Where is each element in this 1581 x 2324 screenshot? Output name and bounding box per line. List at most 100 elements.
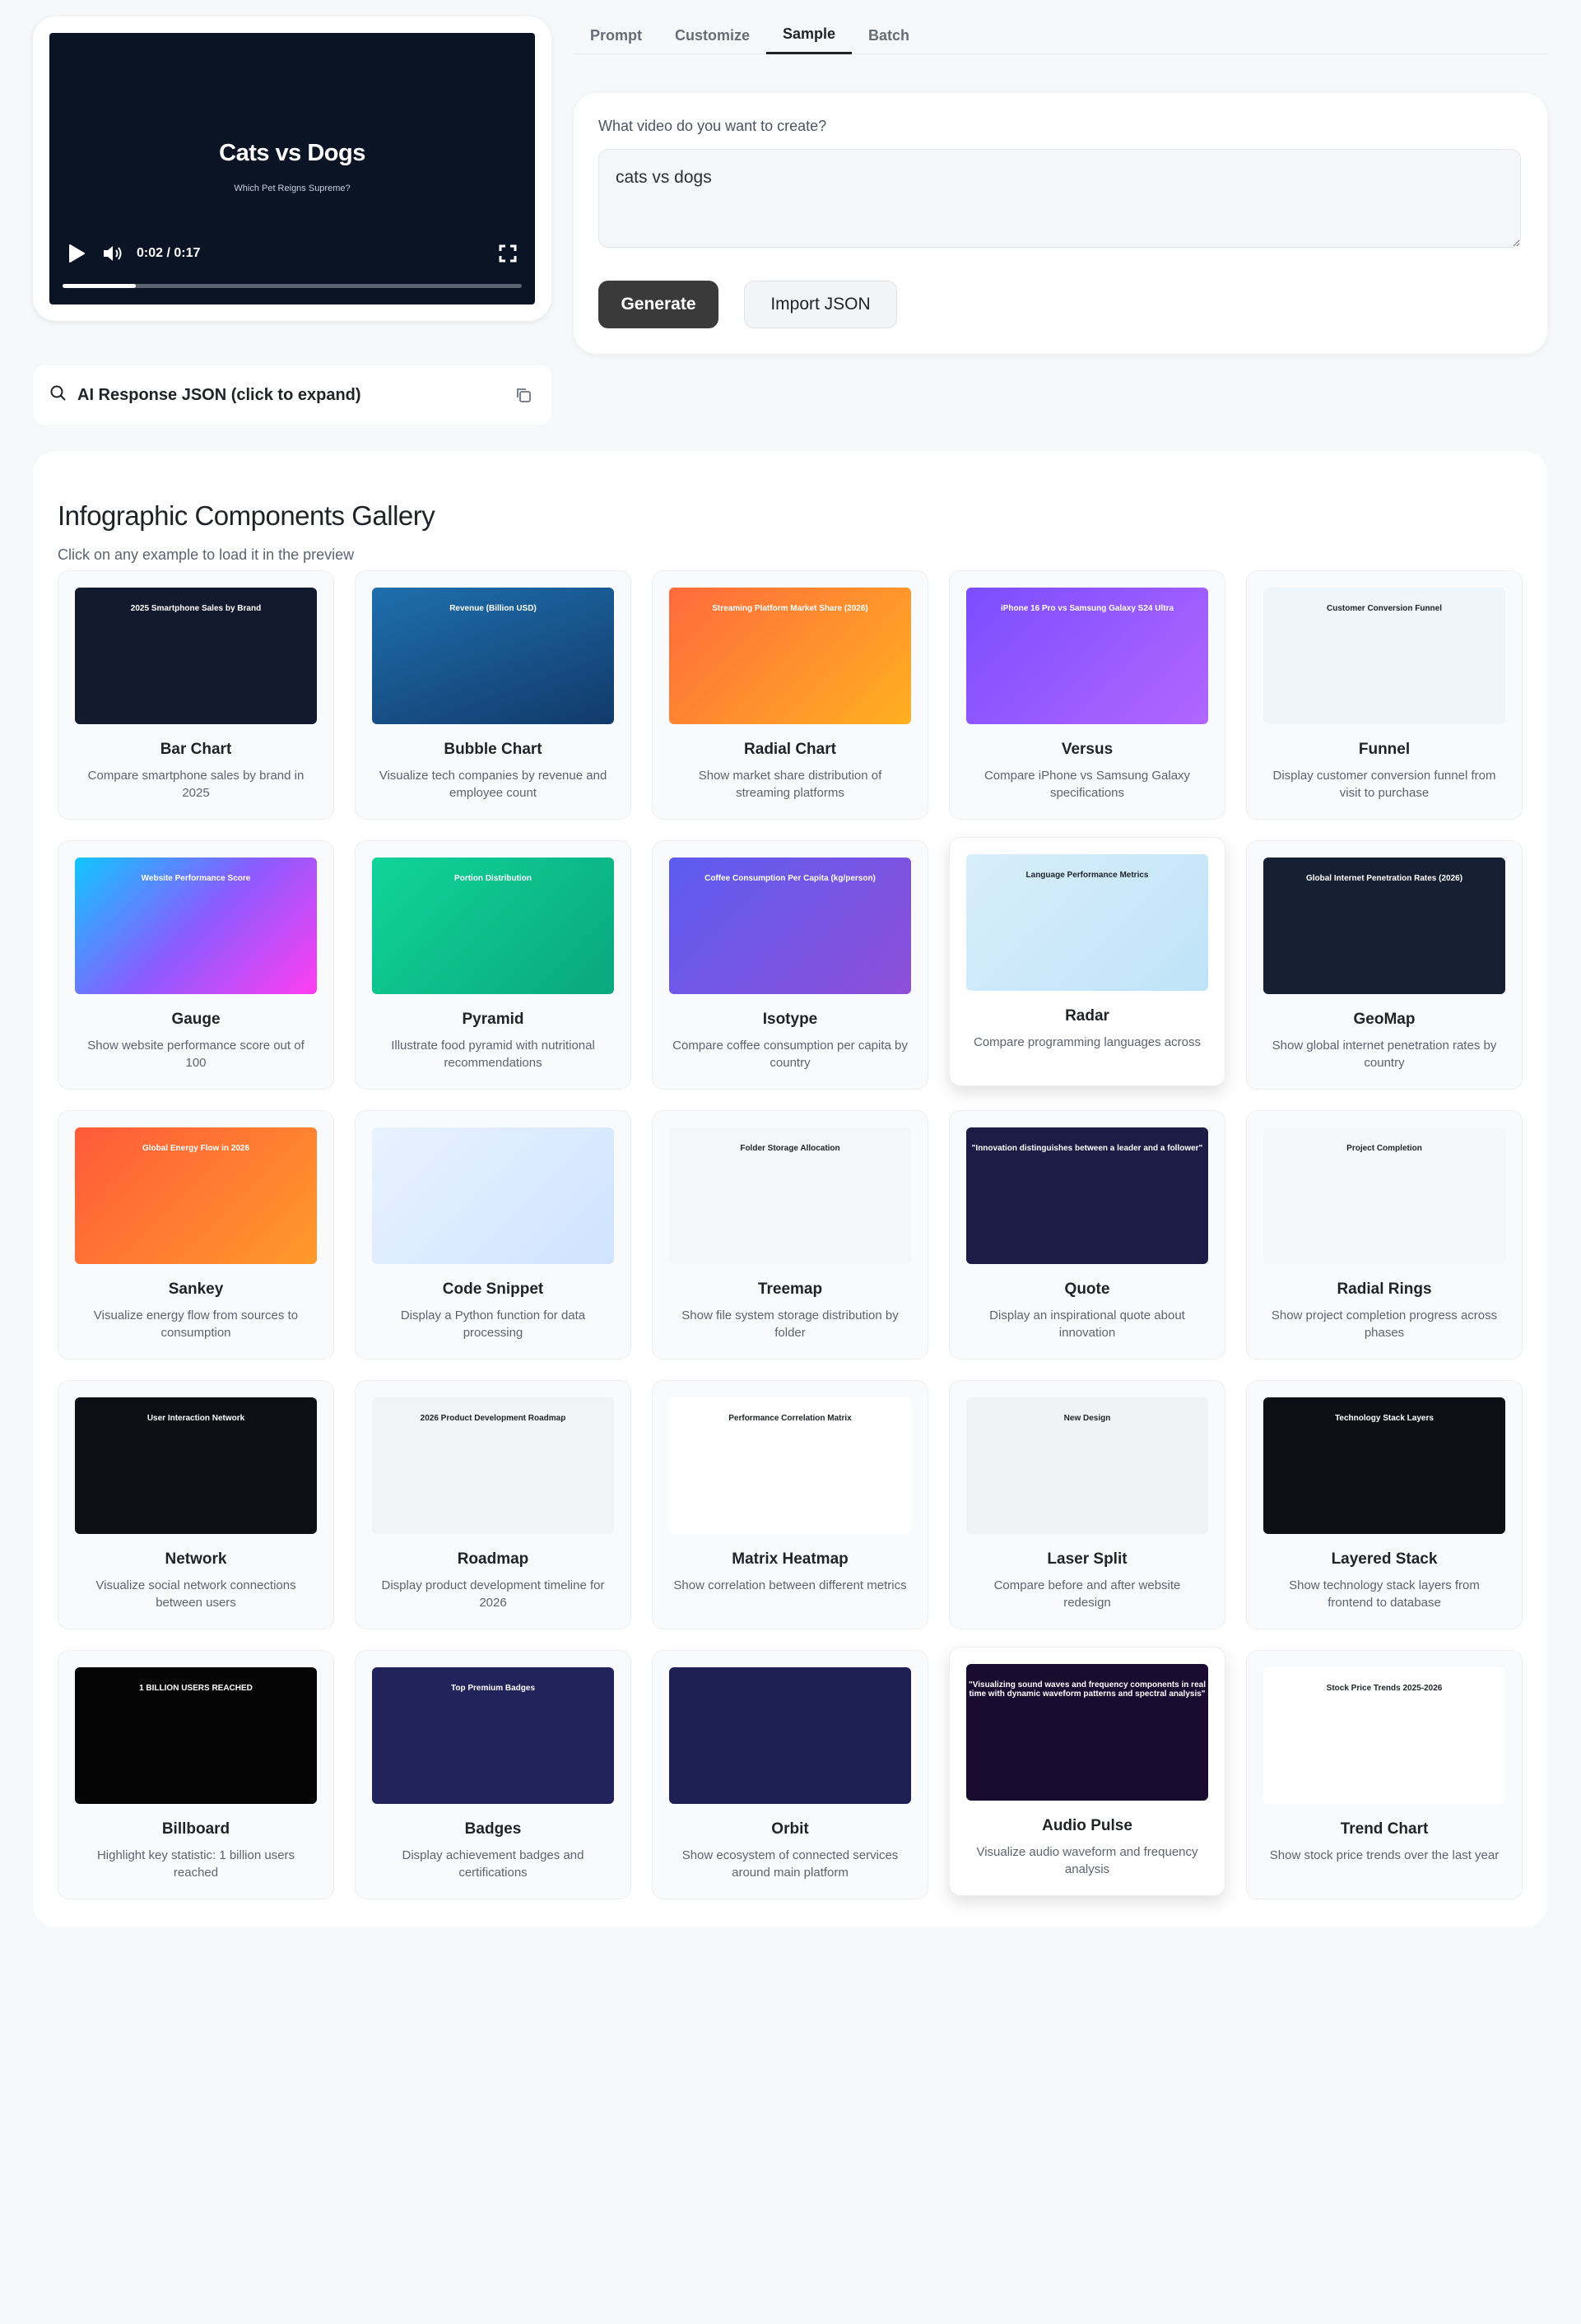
thumbnail-caption: 1 BILLION USERS REACHED — [139, 1684, 253, 1693]
thumbnail-caption: Coffee Consumption Per Capita (kg/person… — [704, 874, 876, 883]
thumbnail-caption: 2025 Smartphone Sales by Brand — [130, 604, 262, 613]
gallery-card-title: Roadmap — [457, 1550, 529, 1568]
video-preview-card: Cats vs Dogs Which Pet Reigns Supreme? 0… — [33, 16, 551, 321]
gallery-card-orbit[interactable]: Orbit Show ecosystem of connected service… — [652, 1650, 928, 1899]
gallery-card-description: Illustrate food pyramid with nutritional… — [391, 1039, 595, 1070]
gallery-thumbnail: Website Performance Score — [75, 858, 317, 994]
gallery-card-title: Bubble Chart — [444, 741, 542, 758]
gallery-card-title: Matrix Heatmap — [732, 1550, 849, 1568]
gallery-card-treemap[interactable]: Folder Storage Allocation Treemap Show fil… — [652, 1110, 928, 1360]
gallery-card-description: Show technology stack layers from fronte… — [1289, 1578, 1480, 1610]
gallery-card-title: Code Snippet — [442, 1281, 544, 1298]
gallery-card-title: Isotype — [762, 1011, 818, 1028]
gallery-card-description: Visualize audio waveform and frequency a… — [976, 1845, 1198, 1876]
video-progress-bar[interactable] — [63, 284, 522, 288]
gallery-card-quote[interactable]: "Innovation distinguishes between a lead… — [949, 1110, 1225, 1360]
gallery-card-description: Compare coffee consumption per capita by… — [672, 1039, 908, 1070]
gallery-card-title: Versus — [1061, 741, 1114, 758]
thumbnail-caption: iPhone 16 Pro vs Samsung Galaxy S24 Ultr… — [1000, 604, 1174, 613]
prompt-label: What video do you want to create? — [598, 118, 827, 134]
gallery-card-sankey[interactable]: Global Energy Flow in 2026 Sankey Visualiz… — [58, 1110, 334, 1360]
gallery-thumbnail: Top Premium Badges — [372, 1667, 614, 1804]
gallery-card-billboard[interactable]: 1 BILLION USERS REACHED Billboard Highligh… — [58, 1650, 334, 1899]
gallery-card-radar[interactable]: Language Performance Metrics Radar Compare… — [949, 837, 1225, 1086]
thumbnail-caption: Streaming Platform Market Share (2026) — [712, 604, 868, 613]
volume-icon[interactable] — [100, 241, 125, 266]
gallery-grid: 2025 Smartphone Sales by Brand Bar Chart C… — [58, 570, 1523, 1899]
thumbnail-caption: Technology Stack Layers — [1335, 1414, 1434, 1423]
gallery-thumbnail: 1 BILLION USERS REACHED — [75, 1667, 317, 1804]
gallery-thumbnail: Portion Distribution — [372, 858, 614, 994]
gallery-card-title: Billboard — [161, 1820, 230, 1838]
gallery-card-radial-chart[interactable]: Streaming Platform Market Share (2026) Ra… — [652, 570, 928, 820]
gallery-card-description: Display product development timeline for… — [381, 1578, 605, 1610]
gallery-thumbnail: Global Energy Flow in 2026 — [75, 1127, 317, 1264]
gallery-card-description: Compare iPhone vs Samsung Galaxy specifi… — [983, 769, 1191, 800]
video-title: Cats vs Dogs — [219, 140, 365, 166]
gallery-card-roadmap[interactable]: 2026 Product Development Roadmap Roadmap D… — [355, 1380, 631, 1629]
gallery-card-isotype[interactable]: Coffee Consumption Per Capita (kg/person… — [652, 840, 928, 1090]
thumbnail-caption: Customer Conversion Funnel — [1326, 604, 1442, 613]
gallery-card-geomap[interactable]: Global Internet Penetration Rates (2026)… — [1246, 840, 1523, 1090]
fullscreen-icon[interactable] — [495, 241, 520, 266]
gallery-thumbnail: Global Internet Penetration Rates (2026) — [1263, 858, 1505, 994]
thumbnail-caption: Website Performance Score — [141, 874, 251, 883]
gallery-card-description: Show market share distribution of stream… — [698, 769, 882, 800]
json-response-toggle[interactable]: AI Response JSON (click to expand) — [33, 365, 551, 425]
tab-customize[interactable]: Customize — [658, 16, 766, 54]
gallery-card-description: Show website performance score out of 10… — [87, 1039, 305, 1070]
thumbnail-caption: Folder Storage Allocation — [740, 1144, 840, 1153]
gallery-card-network[interactable]: User Interaction Network Network Visualize… — [58, 1380, 334, 1629]
thumbnail-caption: Project Completion — [1346, 1144, 1422, 1153]
gallery-thumbnail: Language Performance Metrics — [966, 854, 1208, 991]
gallery-card-versus[interactable]: iPhone 16 Pro vs Samsung Galaxy S24 Ultr… — [949, 570, 1225, 820]
gallery-card-description: Visualize social network connections bet… — [95, 1578, 296, 1610]
gallery-card-badges[interactable]: Top Premium Badges Badges Display achievem… — [355, 1650, 631, 1899]
gallery-card-description: Show file system storage distribution by… — [681, 1308, 899, 1340]
gallery-thumbnail: Streaming Platform Market Share (2026) — [669, 588, 911, 724]
gallery-card-title: Funnel — [1358, 741, 1411, 758]
gallery-card-code-snippet[interactable]: Code Snippet Display a Python function fo… — [355, 1110, 631, 1360]
gallery-thumbnail: Technology Stack Layers — [1263, 1397, 1505, 1534]
gallery-thumbnail: Performance Correlation Matrix — [669, 1397, 911, 1534]
gallery-card-description: Show global internet penetration rates b… — [1272, 1039, 1497, 1070]
video-subtitle: Which Pet Reigns Supreme? — [234, 184, 351, 193]
gallery-card-trend-chart[interactable]: Stock Price Trends 2025-2026 Trend Chart S… — [1246, 1650, 1523, 1899]
video-player[interactable]: Cats vs Dogs Which Pet Reigns Supreme? 0… — [49, 33, 535, 304]
tab-sample[interactable]: Sample — [766, 16, 853, 54]
gallery-card-gauge[interactable]: Website Performance Score Gauge Show websi… — [58, 840, 334, 1090]
gallery-card-description: Show stock price trends over the last ye… — [1269, 1848, 1500, 1862]
import-json-button[interactable]: Import JSON — [744, 281, 897, 328]
gallery-card-description: Compare programming languages across mul… — [974, 1035, 1201, 1053]
gallery-card-bubble-chart[interactable]: Revenue (Billion USD) Bubble Chart Visuali… — [355, 570, 631, 820]
gallery-card-layered-stack[interactable]: Technology Stack Layers Layered Stack Show… — [1246, 1380, 1523, 1629]
copy-icon[interactable] — [512, 383, 535, 407]
gallery-thumbnail: Stock Price Trends 2025-2026 — [1263, 1667, 1505, 1804]
gallery-card-laser-split[interactable]: New Design Laser Split Compare before and … — [949, 1380, 1225, 1629]
thumbnail-caption: "Visualizing sound waves and frequency c… — [969, 1680, 1206, 1699]
gallery-card-title: Network — [165, 1550, 227, 1568]
gallery-card-title: Quote — [1064, 1281, 1110, 1298]
gallery-thumbnail: Coffee Consumption Per Capita (kg/person… — [669, 858, 911, 994]
gallery-card-title: Laser Split — [1047, 1550, 1128, 1568]
gallery-card-matrix-heatmap[interactable]: Performance Correlation Matrix Matrix Hea… — [652, 1380, 928, 1629]
video-progress-fill — [63, 284, 137, 288]
gallery-card-pyramid[interactable]: Portion Distribution Pyramid Illustrate fo… — [355, 840, 631, 1090]
gallery-card-audio-pulse[interactable]: "Visualizing sound waves and frequency c… — [949, 1647, 1225, 1896]
gallery-thumbnail — [372, 1127, 614, 1264]
tab-prompt[interactable]: Prompt — [574, 16, 658, 54]
tab-batch[interactable]: Batch — [852, 16, 926, 54]
gallery-card-radial-rings[interactable]: Project Completion Radial Rings Show proje… — [1246, 1110, 1523, 1360]
gallery-card-bar-chart[interactable]: 2025 Smartphone Sales by Brand Bar Chart C… — [58, 570, 334, 820]
play-icon[interactable] — [64, 241, 89, 266]
gallery-card-title: Gauge — [171, 1011, 221, 1028]
gallery-thumbnail: 2026 Product Development Roadmap — [372, 1397, 614, 1534]
gallery-card-description: Compare before and after website redesig… — [993, 1578, 1181, 1610]
gallery-card-title: Pyramid — [462, 1011, 524, 1028]
generate-button[interactable]: Generate — [598, 281, 718, 328]
gallery-thumbnail: Revenue (Billion USD) — [372, 588, 614, 724]
gallery-card-funnel[interactable]: Customer Conversion Funnel Funnel Display … — [1246, 570, 1523, 820]
prompt-input[interactable]: cats vs dogs — [598, 149, 1521, 248]
gallery-card-title: Radar — [1065, 1007, 1109, 1025]
gallery-card-title: GeoMap — [1353, 1011, 1416, 1028]
